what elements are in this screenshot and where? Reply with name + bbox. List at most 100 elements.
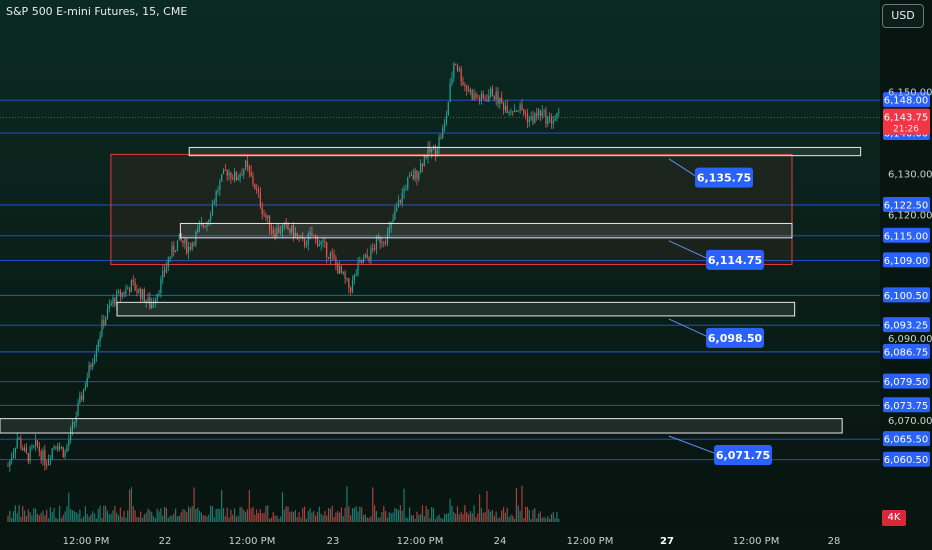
candle-body: [456, 64, 459, 71]
volume-bar: [90, 514, 92, 522]
volume-bar: [394, 507, 396, 522]
candle-body: [521, 104, 523, 110]
zone-rectangle: [0, 418, 843, 434]
candle-body: [134, 282, 136, 291]
volume-bar: [71, 510, 74, 522]
volume-bar: [399, 505, 401, 522]
candle-body: [184, 239, 186, 244]
volume-bar: [451, 505, 453, 522]
candle-body: [163, 270, 166, 273]
volume-bar: [20, 516, 22, 522]
candle-body: [22, 447, 24, 451]
volume-bar: [296, 517, 298, 522]
volume-bar: [152, 516, 155, 522]
candle-body: [156, 293, 158, 301]
volume-bar: [298, 512, 300, 522]
volume-bar: [254, 514, 256, 522]
volume-bar: [316, 511, 319, 522]
candle-body: [508, 112, 510, 114]
volume-bar: [519, 510, 521, 522]
volume-bar: [175, 508, 177, 522]
volume-bar: [480, 508, 483, 522]
volume-bar: [33, 508, 35, 522]
candle-body: [27, 453, 29, 462]
candle-body: [375, 237, 378, 250]
volume-bar: [462, 514, 464, 522]
candle-body: [77, 403, 79, 417]
volume-bar: [228, 517, 230, 522]
volume-bar: [357, 511, 359, 522]
candle-body: [490, 88, 492, 96]
volume-bar: [506, 507, 508, 522]
candle-body: [130, 280, 133, 293]
volume-bar: [414, 518, 416, 522]
volume-bar: [303, 506, 306, 522]
volume-bar: [484, 512, 486, 522]
volume-bar: [329, 508, 331, 522]
x-tick-label: 12:00 PM: [397, 536, 444, 547]
volume-bar: [309, 508, 311, 522]
volume-bar: [23, 510, 26, 522]
volume-bar: [86, 514, 88, 522]
candle-body: [239, 174, 241, 179]
candle-body: [49, 458, 51, 460]
volume-bar: [420, 514, 422, 522]
volume-bar: [525, 506, 527, 522]
volume-bar: [267, 505, 269, 522]
volume-bar: [292, 511, 295, 522]
volume-bar: [385, 510, 387, 522]
candle-body: [364, 254, 366, 259]
candle-body: [453, 63, 455, 78]
current-price-label: 6,143.75: [884, 113, 929, 124]
candle-body: [158, 293, 160, 295]
candle-body: [502, 102, 505, 111]
volume-bar: [53, 507, 55, 522]
volume-bar: [95, 518, 98, 522]
candle-body: [127, 288, 129, 290]
volume-bar: [425, 505, 427, 522]
volume-bar: [82, 516, 85, 522]
volume-bar: [112, 510, 114, 522]
chart-area[interactable]: 6,148.006,140.006,122.506,115.006,109.00…: [0, 0, 932, 550]
candle-body: [366, 254, 368, 258]
x-tick-label: 12:00 PM: [567, 536, 614, 547]
volume-bar: [29, 512, 31, 522]
candle-body: [44, 450, 46, 465]
candle-body: [189, 246, 191, 250]
volume-bar: [173, 513, 175, 522]
candle-body: [425, 155, 427, 158]
volume-bar: [248, 490, 250, 522]
volume-bar: [287, 506, 289, 522]
volume-bar: [469, 511, 471, 522]
y-tick-label: 6,120.00: [888, 211, 932, 222]
candle-body: [53, 446, 55, 449]
volume-bar: [103, 505, 105, 522]
candle-body: [477, 97, 479, 99]
volume-bar: [528, 509, 530, 522]
volume-bar: [128, 489, 131, 522]
candle-body: [20, 438, 22, 448]
zone-callout-label: 6,135.75: [697, 172, 751, 185]
candle-body: [125, 288, 127, 295]
volume-bar: [475, 517, 477, 522]
volume-bar: [66, 506, 68, 522]
volume-bar: [206, 516, 208, 522]
volume-bar: [143, 514, 145, 522]
price-chart[interactable]: 6,148.006,140.006,122.506,115.006,109.00…: [0, 0, 932, 550]
currency-button[interactable]: USD: [882, 4, 924, 28]
volume-bar: [315, 515, 317, 522]
candle-body: [482, 93, 484, 99]
x-tick-label: 27: [660, 536, 674, 547]
candle-body: [324, 240, 326, 243]
candle-body: [176, 240, 179, 251]
volume-bar: [64, 511, 66, 522]
volume-bar: [224, 516, 226, 522]
price-level-label: 6,093.25: [884, 321, 929, 332]
candle-body: [510, 111, 512, 113]
zone-rectangle: [179, 222, 793, 239]
candle-body: [491, 88, 494, 97]
price-level-label: 6,060.50: [884, 455, 929, 466]
volume-bar: [136, 516, 138, 522]
volume-bar: [346, 486, 348, 522]
volume-bar: [327, 508, 330, 522]
